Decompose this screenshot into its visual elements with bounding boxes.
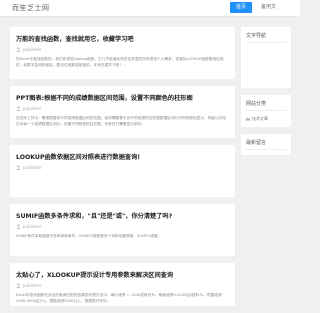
article-title[interactable]: 万能的查找函数，查找就用它，收藏学习吧 (16, 34, 229, 43)
user-icon (16, 224, 21, 229)
article-card: SUMIF函数多条件求和，"且"还是"或"，你分清楚了吗? publisher … (10, 204, 235, 256)
article-author[interactable]: publisher (23, 47, 42, 52)
sidebar-widget: 文字导航 (241, 27, 291, 88)
article-card: 万能的查找函数，查找就用它，收藏学习吧 publisher 在Excel中查找函… (10, 27, 235, 79)
author-meta: publisher (16, 106, 42, 111)
article-card: LOOKUP函数依据区间对照表进行数据查询! publisher (10, 145, 235, 197)
article-meta: publisher (16, 165, 229, 170)
article-author[interactable]: publisher (23, 165, 42, 170)
article-author[interactable]: publisher (23, 224, 42, 229)
author-meta: publisher (16, 165, 42, 170)
sidebar-widget: 最新留言 (241, 134, 291, 155)
article-list: 万能的查找函数，查找就用它，收藏学习吧 publisher 在Excel中查找函… (10, 27, 235, 313)
article-meta: publisher (16, 283, 229, 288)
user-icon (16, 47, 21, 52)
author-meta: publisher (16, 283, 42, 288)
article-excerpt: Excel中查找函数在对应的查询匹配的结果的处理方法中，单价成绩 = 1000成… (16, 293, 222, 303)
widget-title: 文字导航 (246, 32, 286, 43)
article-excerpt: SUMIF条件求和函数可多种求和条件，SUMIFS函数是多个求和也最简单，SUM… (16, 234, 162, 238)
top-navbar: 而笙乏士网 首页 备用文 (0, 0, 300, 17)
article-meta: publisher (16, 224, 229, 229)
author-meta: publisher (16, 47, 42, 52)
article-excerpt: 在实际工作中，需根据要求不同成绩数据区间的范围，如何需要基于对不同成绩的柱形图数… (16, 116, 227, 126)
article-title[interactable]: LOOKUP函数依据区间对照表进行数据查询! (16, 152, 229, 161)
article-title[interactable]: SUMIF函数多条件求和，"且"还是"或"，你分清楚了吗? (16, 211, 229, 220)
user-icon (16, 165, 21, 170)
nav-item-secondary[interactable]: 备用文 (255, 2, 282, 13)
main-nav: 首页 备用文 (229, 2, 282, 13)
author-meta: publisher (16, 224, 42, 229)
user-icon (16, 283, 21, 288)
article-card: PPT图表:根据不同的成绩数据区间范围，设置不同颜色的柱形图 publisher… (10, 86, 235, 138)
site-logo[interactable]: 而笙乏士网 (12, 3, 50, 13)
article-author[interactable]: publisher (23, 283, 42, 288)
article-author[interactable]: publisher (23, 106, 42, 111)
category-item[interactable]: 技术文章 (246, 116, 286, 122)
widget-title: 最新留言 (246, 139, 286, 150)
article-meta: publisher (16, 106, 229, 111)
user-icon (16, 106, 21, 111)
article-title[interactable]: 太贴心了，XLOOKUP提示设计专用参数来解决区间查询 (16, 270, 229, 279)
article-title[interactable]: PPT图表:根据不同的成绩数据区间范围，设置不同颜色的柱形图 (16, 93, 229, 102)
category-label[interactable]: 技术文章 (252, 116, 268, 122)
nav-item-home[interactable]: 首页 (229, 2, 252, 13)
article-meta: publisher (16, 47, 229, 52)
widget-title: 网站分类 (246, 100, 286, 111)
article-excerpt: 在Excel中查找函数的，我们也带您Lookup函数，它几乎能满足您在实务里的所… (16, 57, 224, 67)
article-excerpt (16, 174, 229, 186)
folder-icon (246, 117, 250, 121)
sidebar: 文字导航 网站分类 技术文章 最新留言 (241, 27, 291, 162)
sidebar-widget: 网站分类 技术文章 (241, 95, 291, 127)
